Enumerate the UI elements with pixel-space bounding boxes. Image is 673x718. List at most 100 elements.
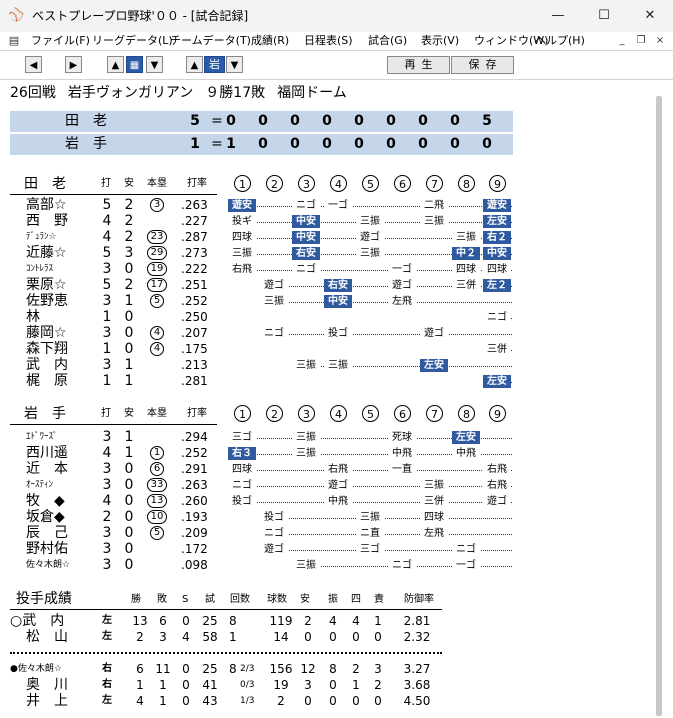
- at-bat-result: 右２: [483, 231, 511, 244]
- linescore-equals: =: [211, 113, 223, 129]
- linescore-row: 岩手 1 = 1 0 0 0 0 0 0 0 0: [10, 134, 513, 155]
- pitching-divider: [10, 609, 442, 610]
- dotted-leader: [228, 486, 512, 488]
- pitcher-stat: 2: [277, 694, 285, 708]
- dotted-leader: [260, 302, 512, 304]
- batter-name: 辰 己: [26, 525, 68, 541]
- menu-item-7[interactable]: 表示(V): [421, 32, 459, 50]
- menu-item-4[interactable]: 成績(R): [251, 32, 289, 50]
- pitcher-innings-fraction: 2/3: [240, 664, 255, 674]
- play-button[interactable]: 再生: [387, 56, 450, 74]
- batter-name: 藤岡☆: [26, 325, 67, 341]
- linescore-team: 田老: [65, 113, 121, 129]
- dotted-leader: [260, 334, 512, 336]
- minimize-button[interactable]: —: [535, 0, 581, 32]
- pitcher-hand: 左: [102, 615, 112, 626]
- pitcher-name: 井 上: [26, 693, 68, 709]
- inning-header-circle: 6: [394, 175, 411, 192]
- grid-view-button[interactable]: ▦: [126, 56, 143, 73]
- at-bat-result: 一直: [388, 463, 416, 476]
- at-bat-result: 中安: [483, 247, 511, 260]
- pitcher-stat: 11: [155, 662, 171, 676]
- batter-name: 佐野恵: [26, 293, 68, 309]
- batter-name: 武 内: [26, 357, 68, 373]
- vertical-scrollbar[interactable]: [656, 96, 662, 716]
- document-icon[interactable]: ▤: [6, 34, 22, 48]
- batter-home-runs: 5: [150, 294, 164, 308]
- at-bat-result: 遊ゴ: [324, 479, 352, 492]
- menu-item-9[interactable]: ヘルプ(H): [535, 32, 585, 50]
- col-header-hr: 本塁: [147, 408, 167, 419]
- batter-home-runs: 33: [147, 478, 167, 492]
- pitcher-stat: 0: [182, 614, 190, 628]
- menu-item-1[interactable]: ファイル(F): [31, 32, 90, 50]
- batter-home-runs: 4: [150, 326, 164, 340]
- batter-name: 高部☆: [26, 197, 67, 213]
- arrow-down-icon: ▼: [150, 60, 159, 71]
- pitcher-hand: 右: [102, 663, 112, 674]
- scroll-up-button[interactable]: ▲: [107, 56, 124, 73]
- pitcher-innings: 8: [229, 662, 237, 676]
- at-bat-result: 三振: [420, 215, 448, 228]
- section-team-name: 田老: [24, 176, 80, 192]
- at-bat-result: 三振: [292, 359, 320, 372]
- at-bat-result: 左安: [420, 359, 448, 372]
- arrow-right-icon: ▶: [69, 60, 78, 71]
- pitching-col-header: 責: [374, 594, 384, 605]
- batter-hits: 3: [124, 245, 134, 261]
- inning-header-circle: 5: [362, 175, 379, 192]
- menu-item-5[interactable]: 日程表(S): [304, 32, 353, 50]
- maximize-button[interactable]: ☐: [581, 0, 627, 32]
- batter-average: .287: [181, 230, 208, 244]
- batter-average: .193: [181, 510, 208, 524]
- close-button[interactable]: ✕: [627, 0, 673, 32]
- pitcher-stat: 4: [182, 630, 190, 644]
- prev-game-button[interactable]: ◀: [25, 56, 42, 73]
- pitcher-era: 2.81: [403, 614, 431, 628]
- team-next-button[interactable]: ▼: [226, 56, 243, 73]
- batter-average: .209: [181, 526, 208, 540]
- batter-average: .250: [181, 310, 208, 324]
- batter-average: .227: [181, 214, 208, 228]
- pitcher-stat: 6: [159, 614, 167, 628]
- game-record: ９勝17敗: [205, 85, 266, 101]
- at-bat-result: 遊ゴ: [420, 327, 448, 340]
- inning-header-circle: 8: [458, 405, 475, 422]
- batter-average: .213: [181, 358, 208, 372]
- batter-average: .175: [181, 342, 208, 356]
- pitcher-name: 松 山: [26, 629, 68, 645]
- menu-item-3[interactable]: チームデータ(T): [170, 32, 251, 50]
- pitcher-stat: 0: [304, 630, 312, 644]
- scroll-down-button[interactable]: ▼: [146, 56, 163, 73]
- pitcher-stat: 2: [374, 678, 382, 692]
- batter-at-bats: 5: [102, 277, 112, 293]
- mdi-restore-button[interactable]: ❐: [633, 34, 649, 48]
- save-button[interactable]: 保存: [451, 56, 514, 74]
- mdi-minimize-button[interactable]: _: [614, 34, 630, 48]
- team-separator: [10, 652, 442, 655]
- batter-hits: 0: [124, 493, 134, 509]
- batter-home-runs: 23: [147, 230, 167, 244]
- next-game-button[interactable]: ▶: [65, 56, 82, 73]
- batter-at-bats: 5: [102, 245, 112, 261]
- dotted-leader: [228, 502, 512, 504]
- at-bat-result: 右飛: [228, 263, 256, 276]
- batter-hits: 0: [124, 509, 134, 525]
- team-select-button[interactable]: 岩: [204, 56, 225, 73]
- pitching-col-header: 球数: [267, 594, 287, 605]
- team-prev-button[interactable]: ▲: [186, 56, 203, 73]
- section-divider: [10, 424, 217, 425]
- linescore-inning: 0: [290, 113, 300, 129]
- pitcher-stat: 1: [159, 678, 167, 692]
- menu-item-6[interactable]: 試合(G): [368, 32, 407, 50]
- mdi-close-button[interactable]: ×: [652, 34, 668, 48]
- batter-at-bats: 1: [102, 309, 112, 325]
- at-bat-result: 遊ゴ: [483, 495, 511, 508]
- linescore-inning: 0: [386, 113, 396, 129]
- batter-name: 林: [26, 309, 40, 325]
- at-bat-result: 二飛: [420, 199, 448, 212]
- menu-item-2[interactable]: リーグデータ(L): [92, 32, 173, 50]
- dotted-leader: [260, 518, 512, 520]
- pitcher-stat: 2: [304, 614, 312, 628]
- pitcher-stat: 12: [300, 662, 316, 676]
